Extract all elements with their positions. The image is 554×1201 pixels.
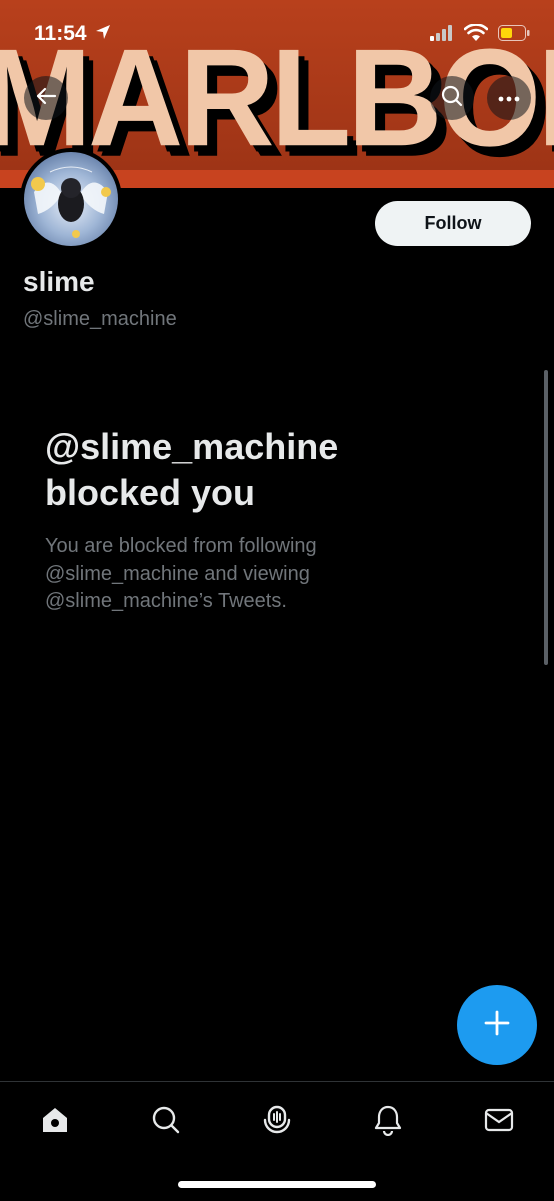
- tab-search[interactable]: [146, 1102, 186, 1142]
- messages-icon: [483, 1104, 515, 1141]
- blocked-notice-title: @slime_machine blocked you: [45, 426, 339, 513]
- tab-messages[interactable]: [479, 1102, 519, 1142]
- search-icon: [440, 84, 464, 113]
- cellular-signal-icon: [430, 25, 454, 46]
- back-button[interactable]: [24, 76, 68, 120]
- compose-tweet-button[interactable]: [457, 985, 537, 1065]
- wifi-icon: [463, 23, 489, 47]
- profile-handle: @slime_machine: [23, 308, 177, 330]
- status-time: 11:54: [34, 22, 87, 45]
- profile-display-name: slime: [23, 266, 95, 297]
- more-horizontal-icon: [498, 89, 520, 107]
- status-indicators: [430, 23, 530, 47]
- blocked-notice-description: You are blocked from following @slime_ma…: [45, 535, 317, 612]
- home-icon: [39, 1104, 71, 1141]
- tab-home[interactable]: [35, 1102, 75, 1142]
- search-icon: [150, 1104, 182, 1141]
- battery-icon: [498, 25, 530, 46]
- tab-notifications[interactable]: [368, 1102, 408, 1142]
- spaces-icon: [261, 1104, 293, 1141]
- tab-spaces[interactable]: [257, 1102, 297, 1142]
- home-indicator[interactable]: [178, 1181, 376, 1188]
- search-button[interactable]: [430, 76, 474, 120]
- notifications-icon: [372, 1104, 404, 1141]
- more-options-button[interactable]: [487, 76, 531, 120]
- avatar-image: [24, 152, 118, 246]
- location-arrow-icon: [95, 24, 111, 45]
- back-arrow-icon: [35, 85, 57, 112]
- follow-button[interactable]: Follow: [375, 201, 531, 246]
- profile-avatar[interactable]: [20, 148, 122, 250]
- plus-icon: [483, 1009, 511, 1042]
- scrollbar[interactable]: [544, 370, 548, 665]
